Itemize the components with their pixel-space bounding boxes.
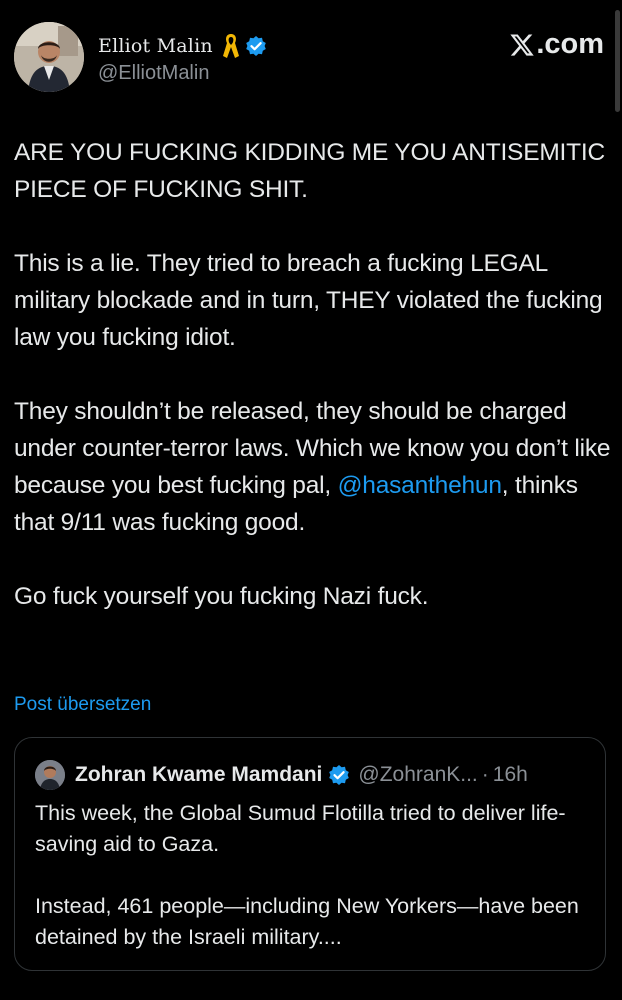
quoted-post-text: This week, the Global Sumud Flotilla tri… — [35, 798, 595, 953]
tweet-paragraph: Go fuck yourself you fucking Nazi fuck. — [14, 583, 429, 610]
quoted-post-time[interactable]: 16h — [493, 763, 528, 787]
quoted-author-handle[interactable]: @ZohranK... — [358, 763, 477, 787]
author-name[interactable]: Elliot Malin — [98, 35, 213, 57]
site-domain: .com — [536, 28, 604, 60]
site-brand[interactable]: .com — [509, 28, 604, 61]
scrollbar[interactable] — [615, 10, 620, 112]
mention-link[interactable]: @hasanthehun — [338, 472, 502, 499]
quoted-paragraph: Instead, 461 people—including New Yorker… — [35, 894, 579, 949]
quoted-author-avatar[interactable] — [35, 760, 65, 790]
verified-badge-icon — [329, 765, 350, 785]
quoted-author-name[interactable]: Zohran Kwame Mamdani — [75, 763, 322, 787]
quoted-paragraph: This week, the Global Sumud Flotilla tri… — [35, 801, 566, 856]
tweet-header: Elliot Malin @ElliotMalin .com — [14, 22, 608, 98]
separator-dot: · — [481, 763, 489, 786]
tweet-paragraph: ARE YOU FUCKING KIDDING ME YOU ANTISEMIT… — [14, 139, 606, 203]
quoted-post-card[interactable]: Zohran Kwame Mamdani @ZohranK... · 16h T… — [14, 737, 606, 971]
verified-badge-icon — [245, 35, 267, 57]
tweet-paragraph: They shouldn’t be released, they should … — [14, 393, 614, 541]
author-name-row: Elliot Malin — [98, 32, 267, 60]
author-handle[interactable]: @ElliotMalin — [98, 62, 209, 85]
author-avatar[interactable] — [14, 22, 84, 92]
tweet-paragraph: This is a lie. They tried to breach a fu… — [14, 250, 603, 351]
tweet-text: ARE YOU FUCKING KIDDING ME YOU ANTISEMIT… — [14, 134, 614, 615]
x-logo-icon — [510, 33, 535, 56]
translate-post-link[interactable]: Post übersetzen — [14, 694, 151, 716]
yellow-ribbon-icon — [221, 32, 241, 60]
quoted-post-header: Zohran Kwame Mamdani @ZohranK... · 16h — [35, 760, 528, 790]
